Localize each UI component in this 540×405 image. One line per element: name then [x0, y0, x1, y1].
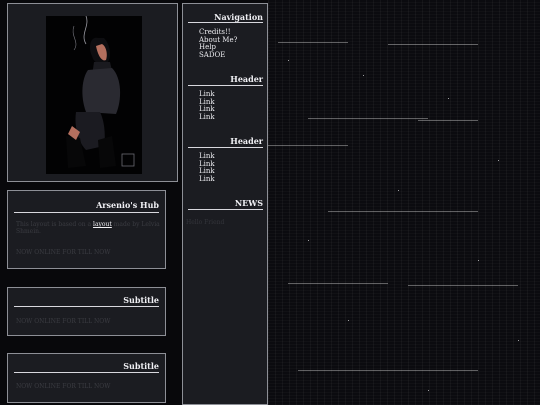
header-1-divider — [188, 85, 263, 86]
header-1-links: Link Link Link Link — [199, 90, 215, 122]
navigation-header: Navigation — [214, 12, 263, 22]
news-divider — [188, 209, 263, 210]
header-2-links: Link Link Link Link — [199, 152, 215, 184]
header-2-link-4[interactable]: Link — [199, 175, 215, 184]
hub-footer-text: NOW ONLINE FOR TILL NOW — [16, 249, 111, 256]
nav-item-sadoe[interactable]: SADOE — [199, 51, 237, 60]
portrait-illustration — [46, 16, 142, 174]
layout-link[interactable]: layout — [93, 221, 112, 228]
header-1-title: Header — [230, 74, 263, 84]
hub-description: This layout is based on a layout made by… — [16, 221, 164, 235]
portrait-panel — [7, 3, 178, 182]
subtitle-2-divider — [14, 372, 159, 373]
hub-info-box: Arsenio's Hub This layout is based on a … — [7, 190, 166, 269]
news-header: NEWS — [234, 198, 263, 208]
news-ghost-text: Hello Friend — [186, 219, 225, 226]
subtitle-1-title: Subtitle — [123, 295, 159, 305]
navigation-divider — [188, 22, 263, 23]
sidebar: Navigation Credits!! About Me? Help SADO… — [182, 3, 268, 405]
header-2-divider — [188, 147, 263, 148]
hub-text-before: This layout is based on a — [16, 221, 94, 228]
subtitle-1-divider — [14, 306, 159, 307]
subtitle-1-text: NOW ONLINE FOR TILL NOW — [16, 318, 111, 325]
subtitle-2-text: NOW ONLINE FOR TILL NOW — [16, 383, 111, 390]
subtitle-2-title: Subtitle — [123, 361, 159, 371]
static-noise-background — [268, 0, 540, 405]
hub-title: Arsenio's Hub — [96, 200, 159, 210]
header-1-link-4[interactable]: Link — [199, 113, 215, 122]
navigation-list: Credits!! About Me? Help SADOE — [199, 28, 237, 60]
subtitle-box-2: Subtitle NOW ONLINE FOR TILL NOW — [7, 353, 166, 403]
header-2-title: Header — [230, 136, 263, 146]
character-portrait-image — [46, 16, 142, 174]
subtitle-box-1: Subtitle NOW ONLINE FOR TILL NOW — [7, 287, 166, 336]
hub-title-divider — [14, 212, 159, 213]
